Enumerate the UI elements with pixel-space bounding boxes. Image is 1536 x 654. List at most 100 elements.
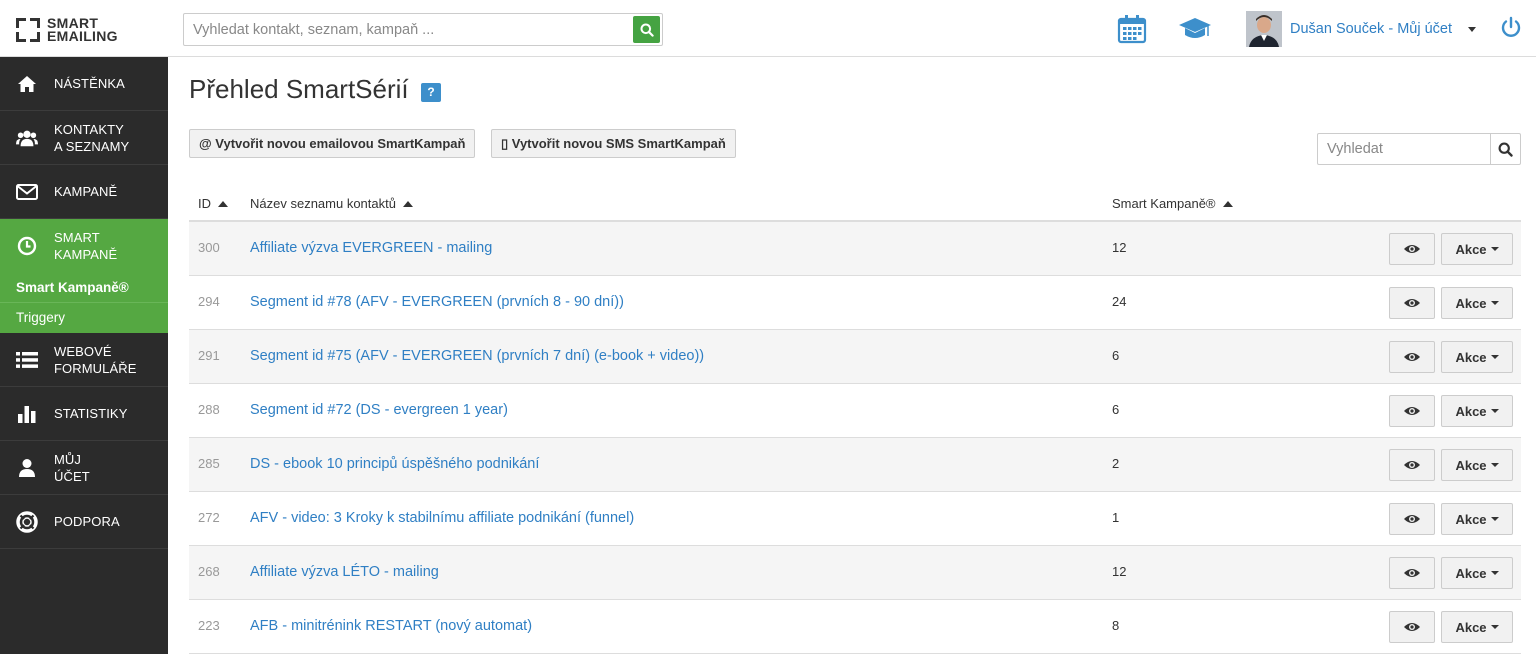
- view-button[interactable]: [1389, 395, 1435, 427]
- user-icon: [16, 457, 38, 479]
- user-name-link[interactable]: Dušan Souček - Můj účet: [1290, 21, 1452, 37]
- table-row: 268 Affiliate výzva LÉTO - mailing 12 Akce: [189, 546, 1521, 600]
- sidebar-item-label: STATISTIKY: [54, 406, 128, 421]
- global-search-input[interactable]: [184, 14, 624, 45]
- view-button[interactable]: [1389, 233, 1435, 265]
- actions-label: Akce: [1455, 457, 1487, 473]
- user-menu[interactable]: Dušan Souček - Můj účet: [1246, 11, 1476, 47]
- top-bar: SMART EMAILING Vyhledat kontakt, seznam,…: [0, 0, 1536, 57]
- view-button[interactable]: [1389, 611, 1435, 643]
- actions-dropdown-button[interactable]: Akce: [1441, 341, 1513, 373]
- chevron-down-icon: [1490, 247, 1499, 251]
- row-id: 285: [198, 456, 220, 471]
- table-row: 291 Segment id #75 (AFV - EVERGREEN (prvn…: [189, 330, 1521, 384]
- lifebuoy-icon: [16, 510, 38, 533]
- view-button[interactable]: [1389, 341, 1435, 373]
- eye-icon: [1404, 569, 1420, 577]
- chevron-down-icon: [1490, 571, 1499, 575]
- row-name-link[interactable]: Affiliate výzva LÉTO - mailing: [250, 564, 439, 580]
- logo-mark-icon: [16, 18, 40, 42]
- search-icon: [640, 23, 654, 37]
- sidebar-item-web-forms[interactable]: WEBOVÉ FORMULÁŘE: [0, 333, 168, 387]
- sidebar-item-campaigns[interactable]: KAMPANĚ: [0, 165, 168, 219]
- row-id: 291: [198, 348, 220, 363]
- sidebar: NÁSTĚNKA KONTAKTY A SEZNAMY KAMPANĚ SMART…: [0, 57, 168, 654]
- actions-dropdown-button[interactable]: Akce: [1441, 449, 1513, 481]
- column-header-name[interactable]: Název seznamu kontaktů: [250, 196, 413, 211]
- view-button[interactable]: [1389, 503, 1435, 535]
- table-row: 288 Segment id #72 (DS - evergreen 1 year…: [189, 384, 1521, 438]
- actions-dropdown-button[interactable]: Akce: [1441, 557, 1513, 589]
- logout-button[interactable]: [1500, 16, 1522, 43]
- table-search: [1317, 133, 1521, 165]
- row-campaign-count: 8: [1112, 618, 1120, 633]
- sidebar-item-contacts[interactable]: KONTAKTY A SEZNAMY: [0, 111, 168, 165]
- avatar: [1246, 11, 1282, 47]
- table-search-input[interactable]: [1318, 134, 1488, 164]
- table-body: 300 Affiliate výzva EVERGREEN - mailing 12…: [189, 222, 1521, 654]
- sidebar-item-support[interactable]: PODPORA: [0, 495, 168, 549]
- create-sms-smartcampaign-button[interactable]: ▯ Vytvořit novou SMS SmartKampaň: [491, 129, 736, 158]
- subnav-item-triggers[interactable]: Triggery: [0, 302, 168, 331]
- sidebar-item-dashboard[interactable]: NÁSTĚNKA: [0, 57, 168, 111]
- main-content: Přehled SmartSérií ? @ Vytvořit novou em…: [168, 57, 1536, 654]
- academy-button[interactable]: [1178, 17, 1212, 46]
- row-name-link[interactable]: Segment id #72 (DS - evergreen 1 year): [250, 402, 508, 418]
- table-search-button[interactable]: [1490, 134, 1520, 164]
- row-id: 300: [198, 240, 220, 255]
- row-name-link[interactable]: Affiliate výzva EVERGREEN - mailing: [250, 240, 492, 256]
- list-icon: [16, 349, 38, 371]
- help-badge[interactable]: ?: [421, 83, 441, 102]
- row-id: 223: [198, 618, 220, 633]
- row-name-link[interactable]: AFV - video: 3 Kroky k stabilnímu affili…: [250, 510, 634, 526]
- table-row: 300 Affiliate výzva EVERGREEN - mailing 12…: [189, 222, 1521, 276]
- view-button[interactable]: [1389, 557, 1435, 589]
- eye-icon: [1404, 245, 1420, 253]
- graduation-cap-icon: [1179, 18, 1211, 38]
- row-campaign-count: 2: [1112, 456, 1120, 471]
- eye-icon: [1404, 623, 1420, 631]
- sidebar-item-label: MŮJ ÚČET: [54, 451, 90, 484]
- chevron-down-icon: [1490, 517, 1499, 521]
- row-id: 288: [198, 402, 220, 417]
- home-icon: [16, 73, 38, 95]
- create-email-smartcampaign-button[interactable]: @ Vytvořit novou emailovou SmartKampaň: [189, 129, 476, 158]
- sidebar-item-statistics[interactable]: STATISTIKY: [0, 387, 168, 441]
- global-search-button[interactable]: [633, 16, 660, 43]
- subnav-item-smart-campaigns[interactable]: Smart Kampaně®: [0, 273, 168, 302]
- sidebar-item-smart-campaigns[interactable]: SMART KAMPANĚ: [0, 219, 168, 273]
- view-button[interactable]: [1389, 449, 1435, 481]
- actions-dropdown-button[interactable]: Akce: [1441, 287, 1513, 319]
- sidebar-item-label: PODPORA: [54, 514, 120, 529]
- actions-dropdown-button[interactable]: Akce: [1441, 395, 1513, 427]
- sort-asc-icon: [218, 200, 228, 207]
- envelope-icon: [16, 181, 38, 203]
- row-name-link[interactable]: Segment id #78 (AFV - EVERGREEN (prvních…: [250, 294, 624, 310]
- table-row: 285 DS - ebook 10 principů úspěšného podn…: [189, 438, 1521, 492]
- sort-asc-icon: [1222, 200, 1233, 207]
- chevron-down-icon[interactable]: [1468, 26, 1476, 32]
- actions-label: Akce: [1455, 511, 1487, 527]
- row-name-link[interactable]: Segment id #75 (AFV - EVERGREEN (prvních…: [250, 348, 704, 364]
- eye-icon: [1404, 299, 1420, 307]
- row-name-link[interactable]: DS - ebook 10 principů úspěšného podniká…: [250, 456, 539, 472]
- sidebar-item-my-account[interactable]: MŮJ ÚČET: [0, 441, 168, 495]
- calendar-icon: [1117, 15, 1147, 44]
- column-header-id[interactable]: ID: [198, 196, 228, 211]
- column-header-count[interactable]: Smart Kampaně®: [1112, 196, 1233, 211]
- smartemailing-logo[interactable]: SMART EMAILING: [16, 16, 118, 44]
- sidebar-item-label: KONTAKTY A SEZNAMY: [54, 121, 130, 154]
- eye-icon: [1404, 407, 1420, 415]
- calendar-button[interactable]: [1117, 14, 1147, 49]
- chevron-down-icon: [1490, 301, 1499, 305]
- actions-dropdown-button[interactable]: Akce: [1441, 611, 1513, 643]
- actions-dropdown-button[interactable]: Akce: [1441, 503, 1513, 535]
- chevron-down-icon: [1490, 409, 1499, 413]
- row-name-link[interactable]: AFB - minitrénink RESTART (nový automat): [250, 618, 532, 634]
- chevron-down-icon: [1490, 463, 1499, 467]
- page-title: Přehled SmartSérií: [189, 74, 409, 104]
- actions-label: Akce: [1455, 403, 1487, 419]
- global-search: [183, 13, 663, 46]
- actions-dropdown-button[interactable]: Akce: [1441, 233, 1513, 265]
- view-button[interactable]: [1389, 287, 1435, 319]
